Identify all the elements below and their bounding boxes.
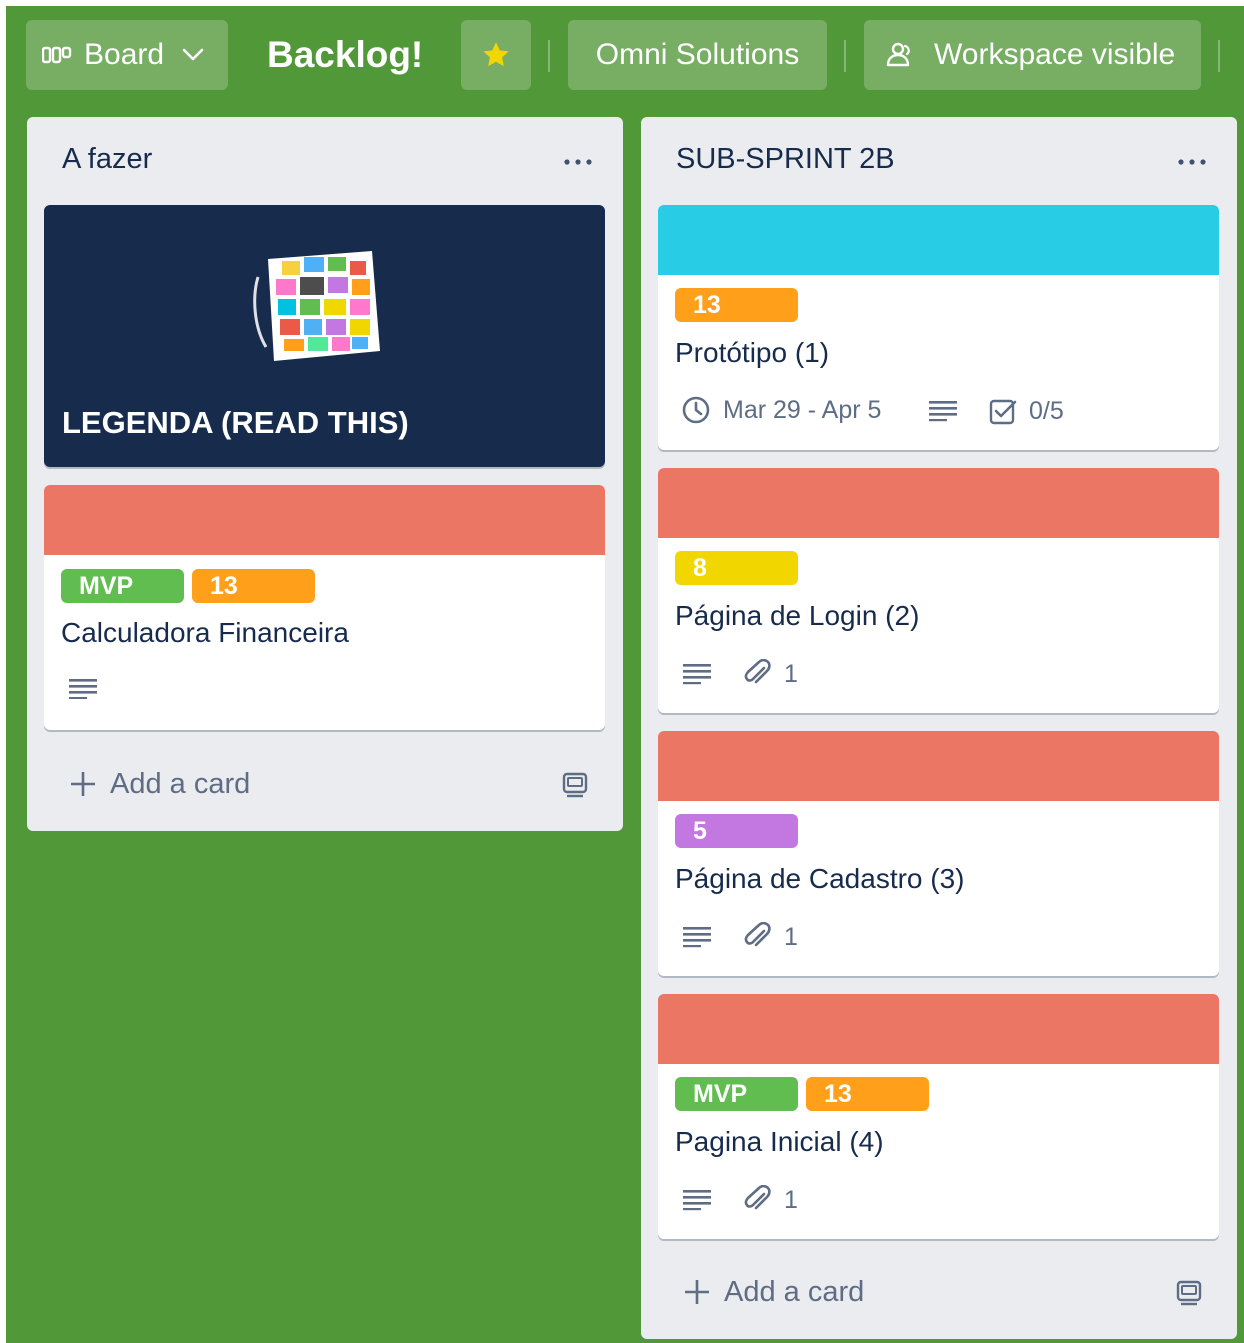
label-points: 5 (675, 814, 798, 848)
checklist-badge: 0/5 (989, 397, 1064, 426)
card-cover (658, 731, 1219, 801)
workspace-icon (884, 40, 914, 70)
attachments-badge: 1 (744, 1185, 798, 1215)
card-legenda[interactable]: LEGENDA (READ THIS) (44, 205, 605, 467)
list-title[interactable]: SUB-SPRINT 2B (676, 143, 895, 176)
legend-sticker-image (252, 247, 384, 370)
header-divider (548, 40, 550, 72)
card-prototipo[interactable]: 13 Protótipo (1) Mar 29 - Apr 5 0/5 (658, 205, 1219, 450)
description-icon (683, 664, 711, 686)
attachments-count: 1 (784, 922, 798, 951)
plus-icon (70, 771, 96, 797)
label-points: 13 (192, 569, 315, 603)
star-button[interactable] (461, 20, 531, 90)
attachments-count: 1 (784, 1185, 798, 1214)
add-card-label: Add a card (724, 1275, 865, 1308)
add-card-label: Add a card (110, 767, 251, 800)
card-cover (44, 485, 605, 555)
paperclip-icon (744, 1185, 772, 1215)
header-divider (1218, 40, 1220, 72)
description-icon (929, 401, 957, 423)
workspace-button[interactable]: Omni Solutions (568, 20, 827, 90)
attachments-badge: 1 (744, 659, 798, 689)
card-cover (658, 468, 1219, 538)
description-badge (683, 664, 711, 686)
clock-icon (681, 395, 711, 425)
add-card-button[interactable]: Add a card (44, 754, 605, 814)
card-title: Página de Cadastro (3) (675, 863, 965, 894)
checklist-icon (989, 398, 1017, 426)
description-badge (69, 677, 97, 699)
header-divider (844, 40, 846, 72)
checklist-count: 0/5 (1029, 397, 1064, 425)
template-icon (561, 770, 589, 798)
more-icon (1177, 140, 1207, 173)
board-icon (42, 46, 72, 64)
list-title[interactable]: A fazer (62, 143, 152, 176)
plus-icon (684, 1279, 710, 1305)
create-from-template-button[interactable] (555, 764, 595, 804)
view-switcher-button[interactable]: Board (26, 20, 228, 90)
more-icon (563, 140, 593, 173)
card-cover (658, 205, 1219, 275)
card-title: LEGENDA (READ THIS) (62, 405, 409, 440)
attachments-badge: 1 (744, 922, 798, 952)
due-date-badge[interactable]: Mar 29 - Apr 5 (681, 395, 881, 425)
card-pagina-de-login[interactable]: 8 Página de Login (2) 1 (658, 468, 1219, 713)
card-title: Protótipo (1) (675, 337, 830, 368)
view-switcher-label: Board (84, 38, 165, 71)
card-title: Pagina Inicial (4) (675, 1126, 884, 1157)
description-icon (683, 927, 711, 949)
card-calculadora-financeira[interactable]: MVP 13 Calculadora Financeira (44, 485, 605, 730)
paperclip-icon (744, 659, 772, 689)
description-badge (683, 927, 711, 949)
card-title: Página de Login (2) (675, 600, 920, 631)
card-cover (658, 994, 1219, 1064)
label-points: 8 (675, 551, 798, 585)
create-from-template-button[interactable] (1169, 1272, 1209, 1312)
attachments-count: 1 (784, 659, 798, 688)
card-pagina-inicial[interactable]: MVP 13 Pagina Inicial (4) 1 (658, 994, 1219, 1239)
star-icon (480, 39, 512, 71)
workspace-name: Omni Solutions (595, 38, 800, 71)
description-icon (69, 677, 97, 699)
label-points: 13 (806, 1077, 929, 1111)
board-title[interactable]: Backlog! (265, 32, 425, 78)
paperclip-icon (744, 922, 772, 952)
list-sub-sprint-2b: SUB-SPRINT 2B 13 Protótipo (1) Mar 29 - … (641, 117, 1237, 1339)
card-title: Calculadora Financeira (61, 617, 349, 648)
due-date-text: Mar 29 - Apr 5 (723, 395, 882, 424)
label-points: 13 (675, 288, 798, 322)
visibility-label: Workspace visible (934, 38, 1176, 71)
list-more-menu[interactable] (1177, 147, 1207, 167)
board-canvas: Board Backlog! Omni Solutions Workspace … (6, 6, 1244, 1343)
visibility-button[interactable]: Workspace visible (864, 20, 1201, 90)
description-icon (683, 1190, 711, 1212)
card-pagina-de-cadastro[interactable]: 5 Página de Cadastro (3) 1 (658, 731, 1219, 976)
chevron-down-icon (182, 48, 204, 62)
list-a-fazer: A fazer LEGENDA (READ THIS) MVP 13 Calcu… (27, 117, 623, 831)
list-more-menu[interactable] (563, 147, 593, 167)
template-icon (1175, 1278, 1203, 1306)
description-badge (929, 401, 957, 423)
add-card-button[interactable]: Add a card (658, 1262, 1219, 1322)
label-mvp: MVP (61, 569, 184, 603)
label-mvp: MVP (675, 1077, 798, 1111)
description-badge (683, 1190, 711, 1212)
